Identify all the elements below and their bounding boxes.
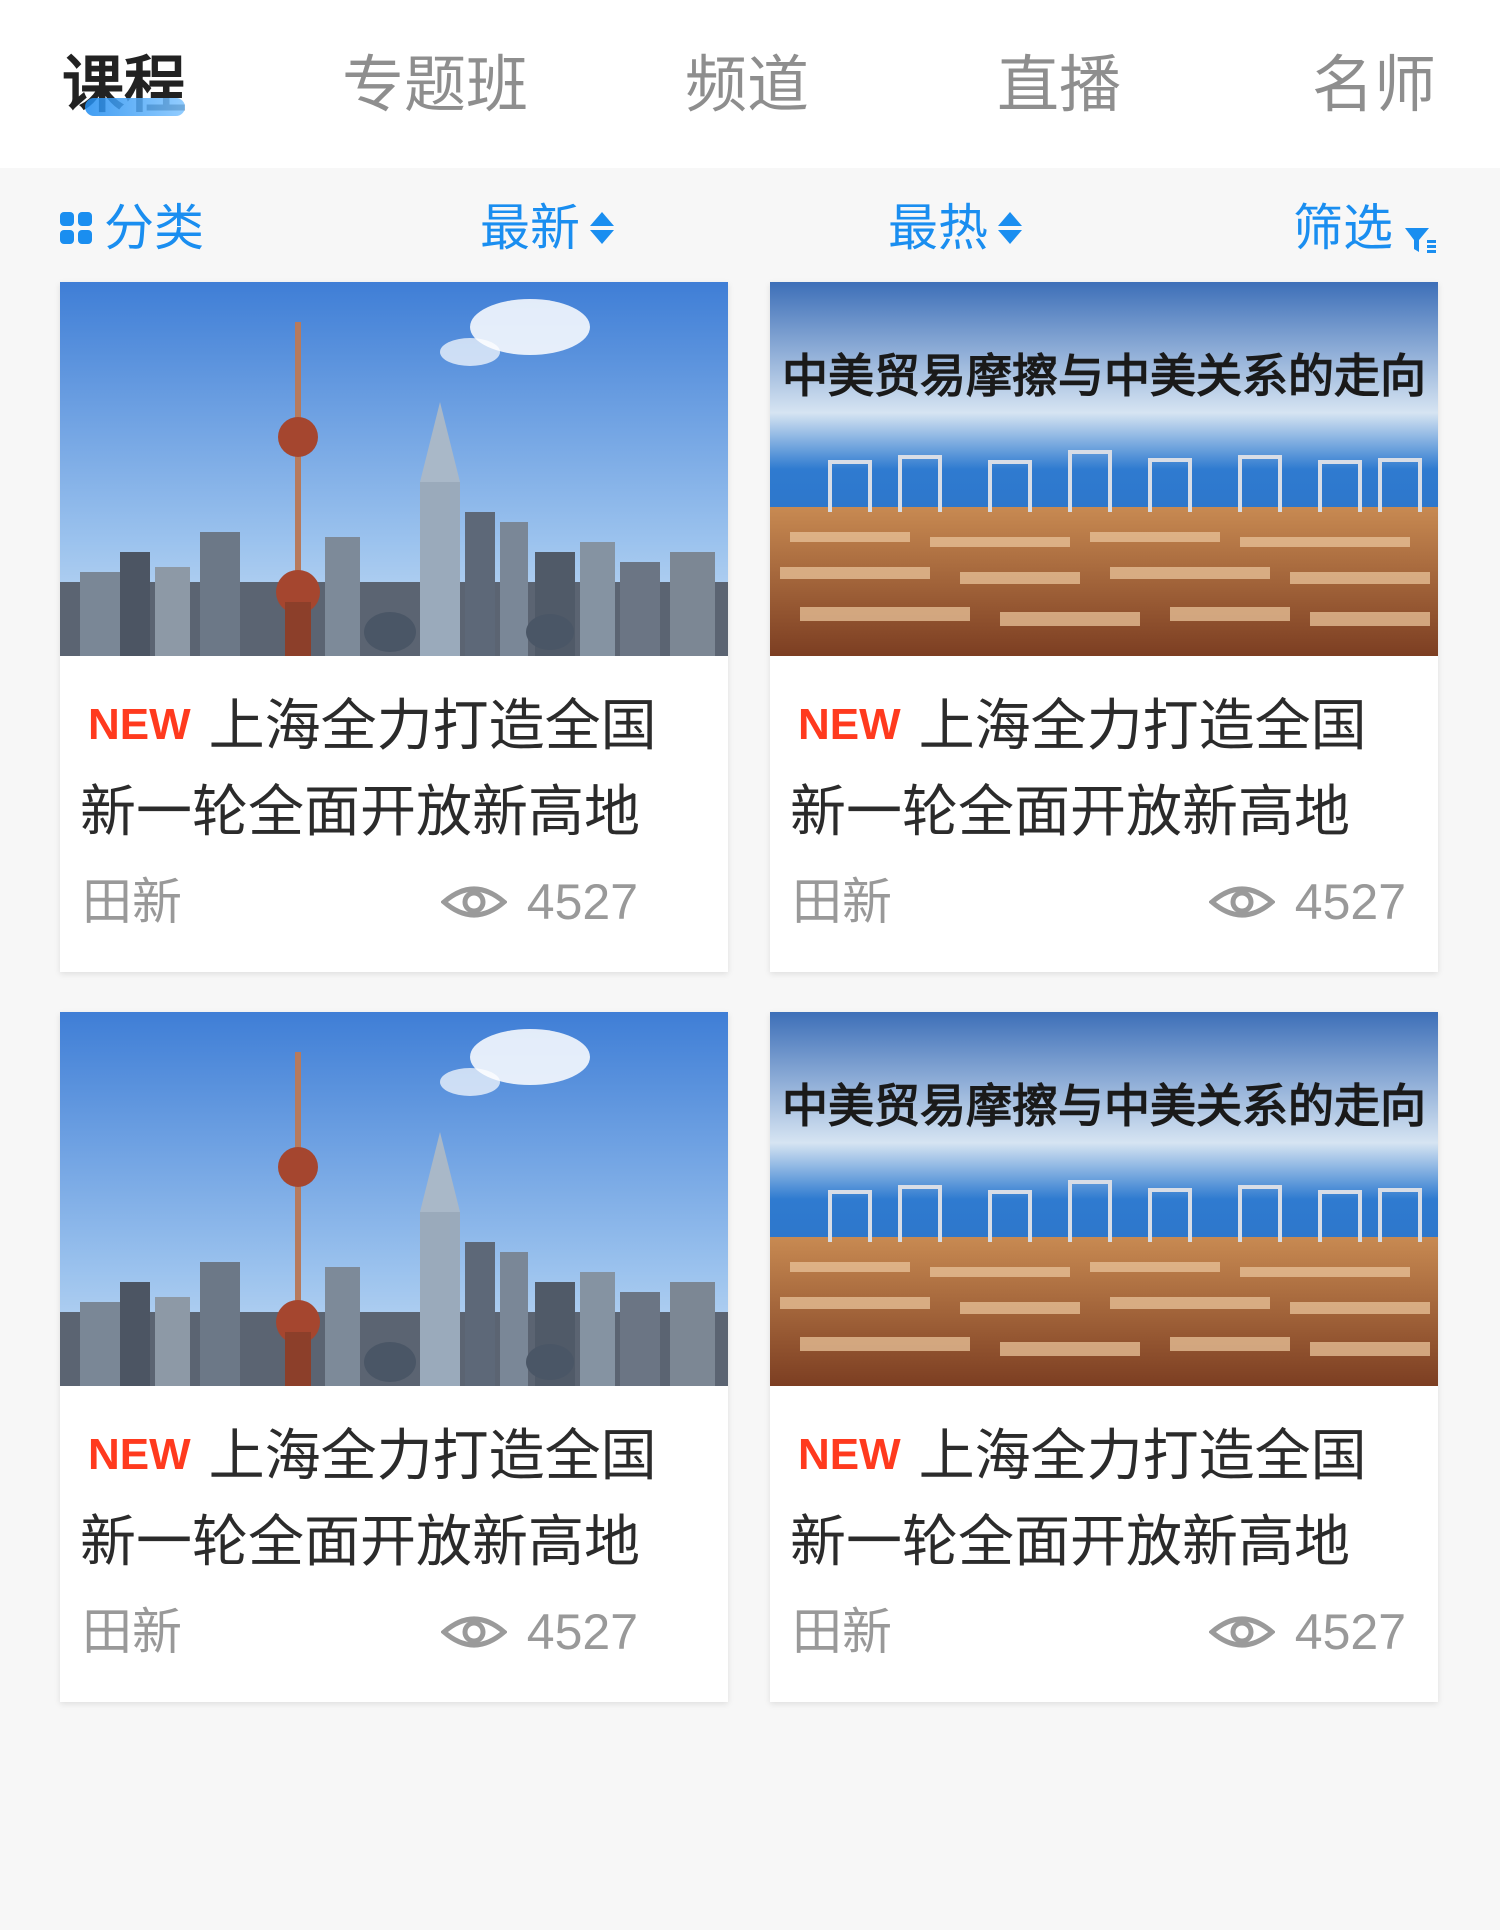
- tab-topic-classes[interactable]: 专题班: [342, 40, 528, 130]
- course-author: 田新: [792, 873, 892, 931]
- sort-arrows-icon: [998, 208, 1022, 248]
- new-badge: NEW: [798, 1430, 901, 1479]
- course-author: 田新: [792, 1603, 892, 1661]
- tab-live[interactable]: 直播: [997, 40, 1121, 130]
- course-title: NEW 上海全力打造全国新一轮全面开放新高地: [80, 1412, 700, 1586]
- thumbnail-caption: 中美贸易摩擦与中美关系的走向: [782, 1079, 1426, 1133]
- view-count-value: 4527: [1294, 1604, 1406, 1660]
- thumbnail-caption: 中美贸易摩擦与中美关系的走向: [782, 349, 1426, 403]
- tab-channels[interactable]: 频道: [685, 40, 809, 130]
- course-thumbnail-shanghai-skyline: [60, 1012, 728, 1386]
- course-card[interactable]: NEW 上海全力打造全国新一轮全面开放新高地 田新 4527: [60, 1012, 728, 1702]
- course-thumbnail-container-port: 中美贸易摩擦与中美关系的走向: [770, 282, 1438, 656]
- sort-latest-button[interactable]: 最新: [480, 198, 614, 258]
- view-count: 4527: [1208, 1597, 1406, 1667]
- course-title: NEW 上海全力打造全国新一轮全面开放新高地: [790, 682, 1410, 856]
- view-count-value: 4527: [526, 874, 638, 930]
- course-thumbnail-shanghai-skyline: [60, 282, 728, 656]
- view-count-value: 4527: [1294, 874, 1406, 930]
- funnel-icon: [1403, 211, 1437, 253]
- eye-icon: [440, 886, 507, 918]
- view-count: 4527: [440, 1597, 638, 1667]
- filter-label: 筛选: [1293, 199, 1393, 257]
- sort-hottest-button[interactable]: 最热: [888, 198, 1022, 258]
- new-badge: NEW: [88, 1430, 191, 1479]
- course-card[interactable]: 中美贸易摩擦与中美关系的走向 NEW上海全力打造全国新一轮全面开放新高地 田新: [770, 1012, 1438, 1702]
- course-author: 田新: [82, 873, 182, 931]
- new-badge: NEW: [798, 700, 901, 749]
- sort-hottest-label: 最热: [888, 199, 988, 257]
- category-grid-icon: [60, 212, 92, 244]
- course-title: NEW 上海全力打造全国新一轮全面开放新高地: [80, 682, 700, 856]
- category-label: 分类: [104, 199, 204, 257]
- filter-button[interactable]: 筛选: [1293, 198, 1437, 258]
- sort-latest-label: 最新: [480, 199, 580, 257]
- course-thumbnail-container-port: 中美贸易摩擦与中美关系的走向: [770, 1012, 1438, 1386]
- tab-famous-teachers[interactable]: 名师: [1312, 40, 1436, 130]
- new-badge: NEW: [88, 700, 191, 749]
- course-card[interactable]: 中美贸易摩擦与中美关系的走向 NEW上海全力打造全国新一轮全面开放新高地 田新: [770, 282, 1438, 972]
- view-count: 4527: [440, 867, 638, 937]
- eye-icon: [1208, 886, 1275, 918]
- active-tab-indicator: [85, 98, 185, 116]
- course-title: NEW 上海全力打造全国新一轮全面开放新高地: [790, 1412, 1410, 1586]
- sort-arrows-icon: [590, 208, 614, 248]
- course-author: 田新: [82, 1603, 182, 1661]
- eye-icon: [440, 1616, 507, 1648]
- eye-icon: [1208, 1616, 1275, 1648]
- category-button[interactable]: 分类: [60, 198, 204, 258]
- course-card[interactable]: NEW 上海全力打造全国新一轮全面开放新高地 田新 4527: [60, 282, 728, 972]
- view-count-value: 4527: [526, 1604, 638, 1660]
- top-tab-bar: 课程 专题班 频道 直播 名师: [0, 0, 1500, 168]
- filter-bar: 分类 最新 最热 筛选: [0, 168, 1500, 282]
- tab-courses[interactable]: 课程: [62, 40, 186, 130]
- view-count: 4527: [1208, 867, 1406, 937]
